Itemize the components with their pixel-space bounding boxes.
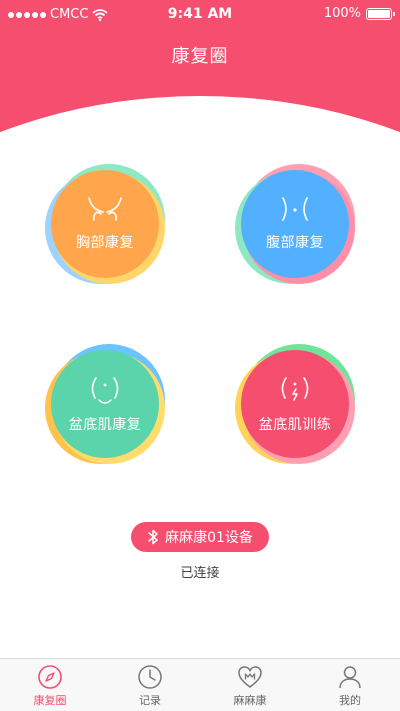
pelvic-icon [91, 377, 119, 404]
header-arc [0, 96, 400, 142]
tab-mamakang[interactable]: 麻麻康 [200, 659, 300, 711]
clock-icon [138, 665, 162, 689]
bluetooth-icon [148, 529, 158, 545]
device-status: 已连接 [180, 566, 220, 581]
tab-rehab-circle[interactable]: 康复圈 [0, 659, 100, 711]
compass-icon [38, 665, 62, 689]
device-name: 麻麻康01设备 [165, 530, 253, 546]
battery-label: 100% [323, 6, 361, 21]
card-pelvic-rehab[interactable]: 盆底肌康复 [45, 344, 165, 464]
card-chest-rehab[interactable]: 胸部康复 [45, 164, 165, 284]
battery-icon [366, 7, 395, 20]
card-label: 盆底肌康复 [68, 417, 142, 433]
device-button[interactable]: 麻麻康01设备 [131, 522, 269, 552]
tab-mine[interactable]: 我的 [300, 659, 400, 711]
page-title: 康复圈 [171, 46, 229, 67]
tab-label: 记录 [139, 694, 161, 707]
card-label: 腹部康复 [266, 235, 324, 251]
tab-label: 我的 [339, 694, 361, 707]
tab-label: 麻麻康 [233, 694, 267, 707]
card-label: 胸部康复 [76, 235, 134, 251]
card-core: 胸部康复 [51, 170, 159, 278]
abdomen-icon [282, 197, 308, 221]
card-core: 盆底肌康复 [51, 350, 159, 458]
card-label: 盆底肌训练 [258, 417, 332, 433]
card-core: 盆底肌训练 [241, 350, 349, 458]
card-core: 腹部康复 [241, 170, 349, 278]
status-bar: CMCC 9:41 AM 100% [0, 0, 400, 28]
status-right: 100% [323, 6, 395, 21]
header: CMCC 9:41 AM 100% 康复圈 [0, 0, 400, 142]
tab-records[interactable]: 记录 [100, 659, 200, 711]
chest-icon [88, 197, 122, 221]
heart-m-icon [238, 666, 262, 688]
user-icon [339, 666, 361, 689]
card-pelvic-training[interactable]: 盆底肌训练 [235, 344, 355, 464]
tab-label: 康复圈 [33, 694, 67, 707]
tab-bar: 康复圈 记录 麻麻康 我的 [0, 658, 400, 711]
training-icon [281, 377, 309, 401]
card-abdomen-rehab[interactable]: 腹部康复 [235, 164, 355, 284]
